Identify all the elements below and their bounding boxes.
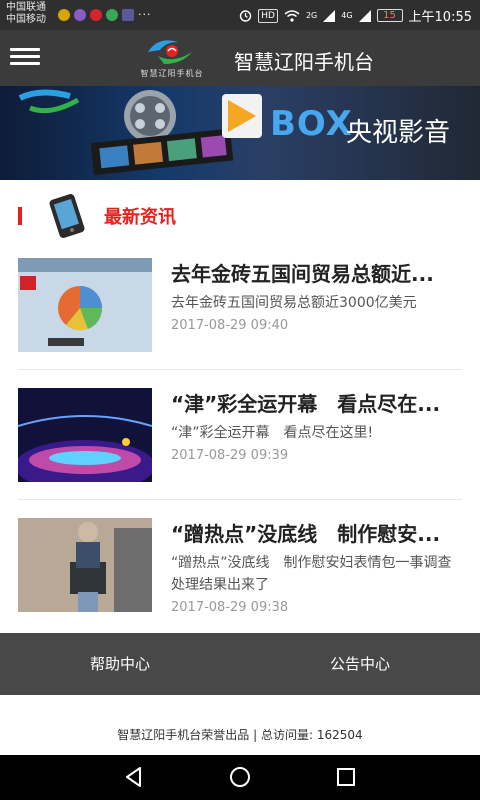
alarm-icon <box>240 10 252 22</box>
app-title: 智慧辽阳手机台 <box>234 50 374 74</box>
play-app-icon <box>74 8 86 21</box>
news-date: 2017-08-29 09:38 <box>171 600 289 615</box>
news-item[interactable]: “津”彩全运开幕 看点尽在... “津”彩全运开幕 看点尽在这里! 2017-0… <box>0 370 480 500</box>
smartphone-icon <box>49 194 85 238</box>
back-icon[interactable] <box>122 765 146 789</box>
signal-4g-label: 4G <box>341 11 353 20</box>
carrier-info: 中国联通 中国移动 <box>6 2 46 26</box>
help-center-tab[interactable]: 帮助中心 <box>0 633 240 695</box>
app-bar: 智慧辽阳手机台 智慧辽阳手机台 <box>0 30 480 86</box>
news-date: 2017-08-29 09:40 <box>171 318 289 333</box>
news-thumbnail <box>18 518 152 612</box>
promo-banner[interactable]: BOX 央视影音 <box>0 86 480 180</box>
logo-caption: 智慧辽阳手机台 <box>140 69 204 78</box>
news-headline: “津”彩全运开幕 看点尽在... <box>171 392 441 416</box>
footer-credit: 智慧辽阳手机台荣誉出品 <box>117 728 250 742</box>
notice-center-tab[interactable]: 公告中心 <box>240 633 480 695</box>
store-app-icon <box>106 8 118 21</box>
home-icon[interactable] <box>228 765 252 789</box>
news-date: 2017-08-29 09:39 <box>171 448 289 463</box>
news-item[interactable]: “蹭热点”没底线 制作慰安... “蹭热点”没底线 制作慰安妇表情包一事调查处理… <box>0 500 480 630</box>
signal-strength-icon <box>323 9 336 22</box>
news-summary: “蹭热点”没底线 制作慰安妇表情包一事调查处理结果出来了 <box>171 555 452 593</box>
news-thumbnail-image <box>18 388 152 482</box>
news-thumbnail-image <box>18 518 152 612</box>
news-thumbnail <box>18 258 152 352</box>
signal-strength-icon <box>358 9 371 22</box>
menu-button[interactable] <box>10 44 40 72</box>
menu-line <box>10 62 40 65</box>
section-header: 最新资讯 <box>0 190 480 240</box>
banner-subtitle: 央视影音 <box>346 118 451 148</box>
news-item[interactable]: 去年金砖五国间贸易总额近... 去年金砖五国间贸易总额近3000亿美元 2017… <box>0 240 480 370</box>
footer-separator: | <box>253 728 261 742</box>
station-logo: 智慧辽阳手机台 <box>128 34 216 82</box>
carrier-2: 中国移动 <box>6 14 46 25</box>
menu-line <box>10 48 40 51</box>
video-app-icon <box>90 8 102 21</box>
section-accent-bar <box>18 207 22 225</box>
battery-indicator: 15 <box>376 9 403 22</box>
menu-line <box>10 55 40 58</box>
system-status: HD 2G 4G 15 上午10:55 <box>239 6 472 25</box>
news-summary: “津”彩全运开幕 看点尽在这里! <box>171 425 374 441</box>
logo-mark-icon <box>148 40 192 64</box>
signal-2g-label: 2G <box>305 11 318 20</box>
footer: 智慧辽阳手机台荣誉出品 | 总访问量: 162504 <box>0 695 480 755</box>
more-notifications-icon: ··· <box>138 8 152 21</box>
banner-brand: BOX <box>270 104 353 144</box>
clock: 上午10:55 <box>408 10 472 25</box>
tv-app-icon <box>122 8 134 21</box>
news-headline: “蹭热点”没底线 制作慰安... <box>171 522 441 546</box>
bottom-tabs: 帮助中心 公告中心 <box>0 633 480 695</box>
section-title: 最新资讯 <box>104 207 176 228</box>
news-thumbnail-image <box>18 258 152 352</box>
notification-dot-icon <box>58 8 70 21</box>
news-headline: 去年金砖五国间贸易总额近... <box>171 262 434 286</box>
notification-icons: ··· <box>58 8 152 21</box>
news-summary: 去年金砖五国间贸易总额近3000亿美元 <box>171 295 417 311</box>
carrier-1: 中国联通 <box>6 2 46 13</box>
system-navigation-bar <box>0 755 480 800</box>
visits-count: 162504 <box>316 728 363 742</box>
hd-badge: HD <box>258 8 278 23</box>
visits-label: 总访问量: <box>261 728 314 742</box>
status-bar: 中国联通 中国移动 ··· HD 2G 4G 15 上午10:55 <box>0 0 480 30</box>
recent-apps-icon[interactable] <box>334 765 358 789</box>
wifi-icon <box>284 9 300 22</box>
news-thumbnail <box>18 388 152 482</box>
